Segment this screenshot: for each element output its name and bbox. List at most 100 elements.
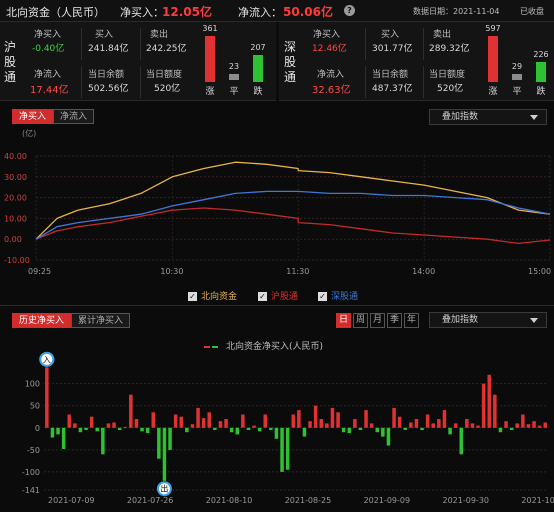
period-year[interactable]: 年 <box>404 313 419 328</box>
y-tick-label: 0 <box>35 424 40 433</box>
tab-history-net-buy[interactable]: 历史净买入 <box>12 313 72 328</box>
bar <box>498 427 503 433</box>
sh-up-bar <box>205 36 215 82</box>
bar <box>252 425 256 428</box>
bar <box>448 427 452 435</box>
sz-flat-bar <box>512 74 522 80</box>
tab-net-inflow[interactable]: 净流入 <box>53 109 95 124</box>
y-tick-label: 40.00 <box>4 152 27 161</box>
sz-down-count: 226 <box>533 50 549 59</box>
period-week[interactable]: 周 <box>353 313 368 328</box>
sh-up-label: 涨 <box>205 87 215 97</box>
y-tick-label: -10.00 <box>4 256 30 265</box>
bar <box>442 410 447 428</box>
bar <box>313 405 318 428</box>
bar <box>297 410 301 428</box>
bar <box>129 394 133 428</box>
period-quarter[interactable]: 季 <box>387 313 402 328</box>
bar <box>101 427 105 455</box>
legend-sz[interactable]: ✓ 深股通 <box>318 289 358 302</box>
bar <box>487 374 491 428</box>
bar <box>481 383 486 428</box>
bar <box>353 419 357 428</box>
bar <box>515 423 519 428</box>
sz-connect-label: 深股通 <box>283 40 296 84</box>
sz-sell-label: 卖出 <box>433 30 452 40</box>
bar <box>162 427 167 481</box>
y-tick-label: 100 <box>25 380 40 389</box>
bar <box>369 423 374 428</box>
intraday-overlay-select[interactable]: 叠加指数 <box>429 109 547 125</box>
bar <box>504 421 508 428</box>
bar <box>89 416 94 428</box>
y-tick-label: -141 <box>22 486 40 495</box>
bar <box>145 427 150 434</box>
x-tick-label: 2021-08-25 <box>285 496 332 505</box>
series-line-1 <box>35 207 551 245</box>
net-buy-label: 净买入： <box>120 6 164 19</box>
period-month[interactable]: 月 <box>370 313 385 328</box>
sz-balance-label: 当日余额 <box>372 70 409 80</box>
bar <box>341 427 346 433</box>
sh-down-bar <box>253 55 263 82</box>
y-axis-unit: (亿) <box>22 128 36 138</box>
bar <box>207 412 211 428</box>
bar <box>543 422 547 428</box>
sz-connect-panel: 深股通 净买入 12.46亿 买入 301.77亿 卖出 289.32亿 净流入… <box>279 22 554 101</box>
history-tabs: 历史净买入 累计净买入 <box>12 313 131 328</box>
legend-northbound-label: 北向资金 <box>201 292 238 302</box>
x-tick-label: 10:30 <box>160 267 183 276</box>
bar <box>364 410 368 428</box>
bar <box>465 419 469 428</box>
bar <box>179 416 183 428</box>
sh-quota-label: 当日额度 <box>146 70 183 80</box>
bar <box>437 419 441 428</box>
sz-flat-count: 29 <box>511 62 523 71</box>
bar <box>106 423 111 428</box>
legend-sh[interactable]: ✓ 沪股通 <box>258 289 298 302</box>
sh-sell-label: 卖出 <box>150 30 169 40</box>
bar <box>190 424 195 428</box>
sz-net-buy-label: 净买入 <box>313 30 341 40</box>
bar <box>476 425 480 428</box>
bar <box>269 427 273 430</box>
bar <box>308 421 312 428</box>
bar <box>185 427 189 433</box>
help-icon[interactable]: ? <box>344 5 355 16</box>
bar <box>168 427 172 450</box>
bar <box>509 427 514 430</box>
bar <box>397 416 402 428</box>
tab-net-buy[interactable]: 净买入 <box>12 109 54 124</box>
sz-balance-value: 487.37亿 <box>372 84 413 94</box>
bar <box>392 407 396 428</box>
sh-down-label: 跌 <box>253 87 263 97</box>
bar <box>246 427 251 430</box>
bar <box>218 421 223 428</box>
bar <box>241 414 245 428</box>
sz-quota-label: 当日额度 <box>429 70 466 80</box>
sz-net-inflow-label: 净流入 <box>317 70 345 80</box>
bar <box>235 427 239 435</box>
history-overlay-select[interactable]: 叠加指数 <box>429 312 547 328</box>
bar <box>95 427 99 432</box>
legend-sh-label: 沪股通 <box>271 292 299 302</box>
bar <box>140 427 144 432</box>
sz-up-label: 涨 <box>488 87 498 97</box>
sh-sell-value: 242.25亿 <box>146 44 187 54</box>
legend-sz-label: 深股通 <box>331 292 359 302</box>
sh-quota-value: 520亿 <box>154 84 181 94</box>
sh-net-buy-value: -0.40亿 <box>32 44 65 54</box>
x-tick-label: 15:00 <box>528 267 551 276</box>
bar <box>453 423 458 428</box>
page-title: 北向资金（人民币） <box>6 6 105 19</box>
sz-up-bar <box>488 36 498 82</box>
bar <box>319 419 323 428</box>
tab-cumulative-net-buy[interactable]: 累计净买入 <box>71 313 131 328</box>
bar <box>375 427 379 433</box>
y-tick-label: 0.00 <box>4 235 22 244</box>
bar <box>521 414 525 428</box>
y-tick-label: -100 <box>22 468 40 477</box>
bar <box>386 427 391 446</box>
period-day[interactable]: 日 <box>336 313 351 328</box>
legend-northbound[interactable]: ✓ 北向资金 <box>188 289 237 302</box>
